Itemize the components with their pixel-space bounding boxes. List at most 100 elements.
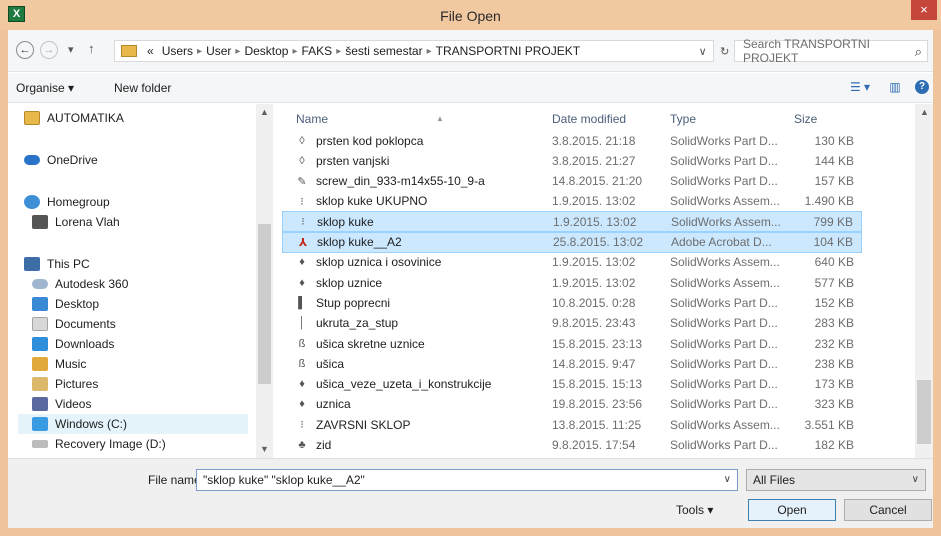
nav-item-label: AUTOMATIKA (47, 111, 124, 125)
close-button[interactable]: × (911, 0, 937, 20)
breadcrumb-project[interactable]: TRANSPORTNI PROJEKT (436, 44, 580, 58)
breadcrumb-semestar[interactable]: šesti semestar (345, 44, 422, 58)
file-size: 3.551 KB (804, 417, 854, 432)
nav-item-this-pc[interactable]: This PC (24, 254, 90, 274)
help-icon[interactable]: ? (915, 80, 929, 94)
file-row[interactable]: ♦ ušica_veze_uzeta_i_konstrukcije 15.8.201… (282, 374, 862, 395)
breadcrumb[interactable]: « Users ▸ User ▸ Desktop ▸ FAKS ▸ šesti … (114, 40, 714, 62)
drive-icon (32, 417, 48, 431)
column-header-size[interactable]: Size (794, 112, 817, 126)
file-row[interactable]: ⅄ sklop kuke__A2 25.8.2015. 13:02 Adobe Acr… (282, 231, 862, 253)
breadcrumb-users[interactable]: Users (162, 44, 193, 58)
folder-icon (24, 111, 40, 125)
file-row[interactable]: ⁝ ZAVRSNI SKLOP 13.8.2015. 11:25 SolidWorks… (282, 414, 862, 435)
new-folder-button[interactable]: New folder (114, 81, 171, 95)
nav-scroll-thumb[interactable] (258, 224, 271, 384)
scroll-up-icon[interactable]: ▲ (260, 107, 269, 117)
file-row[interactable]: ▌ Stup poprecni 10.8.2015. 0:28 SolidWorks … (282, 292, 862, 313)
file-list-scrollbar[interactable]: ▲ (915, 104, 933, 458)
preview-pane-icon[interactable]: ▥ (887, 79, 903, 95)
nav-item-desktop[interactable]: Desktop (32, 294, 99, 314)
file-type-value: All Files (753, 473, 796, 487)
nav-item-label: Music (55, 357, 87, 371)
nav-item-music[interactable]: Music (32, 354, 86, 374)
refresh-icon[interactable]: ↻ (720, 45, 729, 58)
forward-button[interactable]: → (40, 41, 58, 59)
nav-scrollbar[interactable]: ▲ ▼ (256, 104, 273, 458)
cancel-button[interactable]: Cancel (844, 499, 932, 521)
nav-item-pictures[interactable]: Pictures (32, 374, 98, 394)
change-view-icon[interactable]: ☰ ▾ (845, 79, 875, 95)
file-type: SolidWorks Part D... (670, 377, 778, 392)
breadcrumb-desktop[interactable]: Desktop (244, 44, 288, 58)
column-header-type[interactable]: Type (670, 112, 696, 126)
scroll-up-icon[interactable]: ▲ (920, 107, 929, 117)
file-date: 9.8.2015. 23:43 (552, 316, 636, 331)
file-size: 640 KB (814, 255, 854, 270)
organise-button[interactable]: Organise ▾ (16, 81, 74, 95)
nav-item-homegroup[interactable]: Homegroup (24, 192, 110, 212)
file-type: SolidWorks Part D... (670, 295, 778, 310)
file-row[interactable]: ✎ screw_din_933-m14x55-10_9-a 14.8.2015. 2… (282, 171, 862, 192)
file-row[interactable]: ß ušica skretne uznice 15.8.2015. 23:13 Sol… (282, 333, 862, 354)
nav-item-onedrive[interactable]: OneDrive (24, 150, 98, 170)
nav-item-videos[interactable]: Videos (32, 394, 91, 414)
column-header-date[interactable]: Date modified (552, 112, 626, 126)
nav-item-automatika[interactable]: AUTOMATIKA (24, 108, 124, 128)
nav-item-label: Lorena Vlah (55, 215, 120, 229)
scroll-down-icon[interactable]: ▼ (260, 444, 269, 454)
file-name-input[interactable]: "sklop kuke" "sklop kuke__A2" ∨ (196, 469, 738, 491)
file-type-select[interactable]: All Files ∨ (746, 469, 926, 491)
chevron-right-icon: ▸ (197, 45, 203, 57)
chevron-down-icon[interactable]: ∨ (724, 470, 731, 490)
open-button[interactable]: Open (748, 499, 836, 521)
assembly-icon: ♦ (299, 256, 305, 269)
file-size: 182 KB (814, 438, 854, 452)
nav-item-documents[interactable]: Documents (32, 314, 116, 334)
nav-item-lorena-vlah[interactable]: Lorena Vlah (32, 212, 120, 232)
tools-button[interactable]: Tools ▾ (676, 503, 713, 517)
pictures-icon (32, 377, 48, 391)
recent-locations-button[interactable]: ▾ (68, 43, 74, 56)
file-row[interactable]: │ ukruta_za_stup 9.8.2015. 23:43 SolidWorks… (282, 313, 862, 334)
nav-item-label: Windows (C:) (55, 417, 128, 431)
address-dropdown-button[interactable]: ∨ (699, 45, 707, 58)
column-header-name[interactable]: Name ▲ (296, 112, 444, 126)
drive-icon (32, 440, 48, 448)
column-header-label: Name (296, 112, 329, 126)
breadcrumb-overflow[interactable]: « (147, 44, 154, 58)
nav-item-autodesk-360[interactable]: Autodesk 360 (32, 274, 128, 294)
file-date: 9.8.2015. 17:54 (552, 438, 636, 452)
file-row[interactable]: ⁝ sklop kuke UKUPNO 1.9.2015. 13:02 SolidWo… (282, 191, 862, 212)
nav-item-downloads[interactable]: Downloads (32, 334, 114, 354)
pdf-icon: ⅄ (298, 236, 308, 249)
part-icon: ◊ (299, 154, 305, 167)
cloud-icon (32, 279, 48, 289)
part-icon: ✎ (297, 175, 307, 188)
file-row[interactable]: ß ušica 14.8.2015. 9:47 SolidWorks Part D..… (282, 353, 862, 374)
nav-item-label: Desktop (55, 297, 100, 311)
part-icon: ß (298, 357, 306, 370)
breadcrumb-user[interactable]: User (206, 44, 231, 58)
file-date: 10.8.2015. 0:28 (552, 295, 636, 310)
file-row[interactable]: ♦ uznica 19.8.2015. 23:56 SolidWorks Part D… (282, 394, 862, 415)
back-button[interactable]: ← (16, 41, 34, 59)
breadcrumb-faks[interactable]: FAKS (302, 44, 333, 58)
sort-ascending-icon: ▲ (436, 114, 444, 123)
file-size: 173 KB (814, 377, 854, 392)
file-row[interactable]: ◊ prsten vanjski 3.8.2015. 21:27 SolidWorks… (282, 150, 862, 171)
file-list-scroll-thumb[interactable] (917, 380, 931, 444)
nav-item-windows-c[interactable]: Windows (C:) (18, 414, 248, 434)
search-icon[interactable]: ⌕ (915, 44, 922, 60)
file-row[interactable]: ⁝ sklop kuke 1.9.2015. 13:02 SolidWorks Ass… (282, 211, 862, 233)
file-row[interactable]: ♦ sklop uznica i osovinice 1.9.2015. 13:02… (282, 252, 862, 273)
dialog-client: ← → ▾ ↑ « Users ▸ User ▸ Desktop ▸ FAKS … (8, 30, 933, 528)
file-row[interactable]: ♣ zid 9.8.2015. 17:54 SolidWorks Part D... 1… (282, 435, 862, 456)
file-size: 323 KB (814, 397, 854, 412)
search-input[interactable]: Search TRANSPORTNI PROJEKT ⌕ (734, 37, 928, 65)
nav-item-recovery-d[interactable]: Recovery Image (D:) (32, 434, 166, 454)
assembly-icon: ⁝ (301, 216, 305, 229)
file-row[interactable]: ◊ prsten kod poklopca 3.8.2015. 21:18 Solid… (282, 130, 862, 151)
file-row[interactable]: ♦ sklop uznice 1.9.2015. 13:02 SolidWorks A… (282, 272, 862, 293)
up-button[interactable]: ↑ (88, 41, 95, 56)
